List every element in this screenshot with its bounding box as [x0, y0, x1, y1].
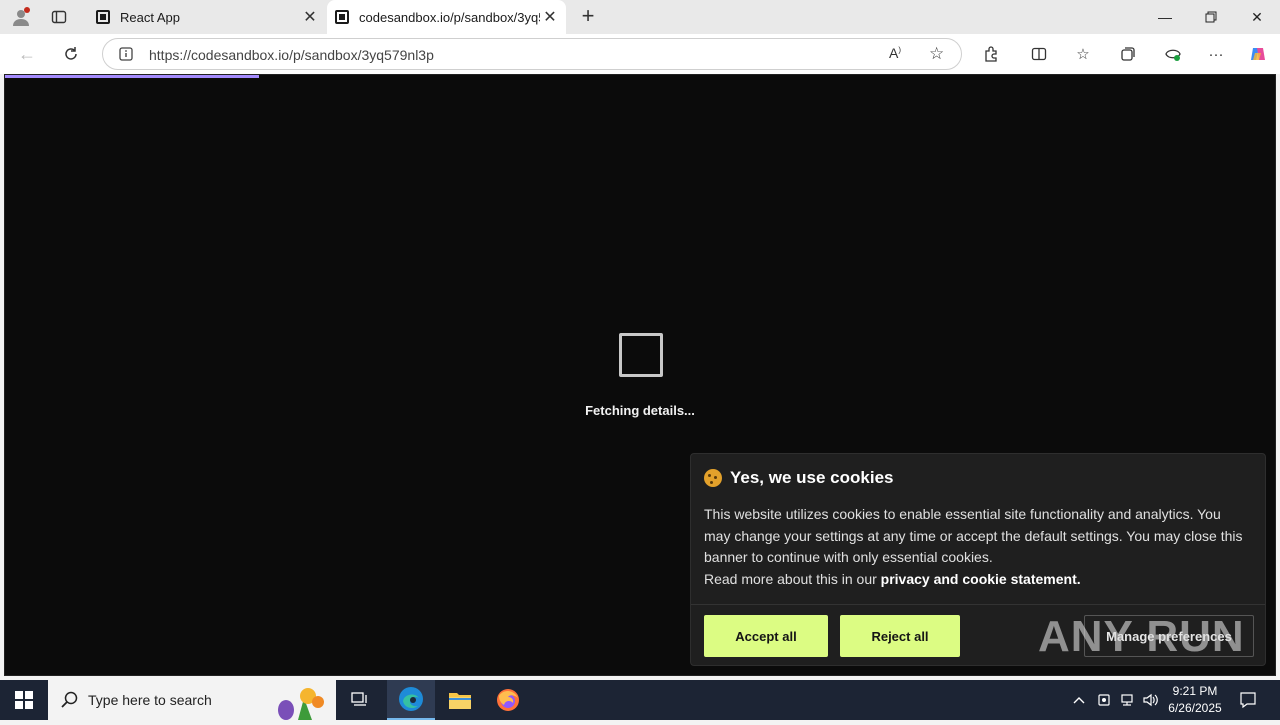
- tab-actions-icon[interactable]: [48, 6, 70, 28]
- notifications-icon[interactable]: [1236, 680, 1260, 720]
- taskbar-search[interactable]: Type here to search: [48, 680, 336, 720]
- new-tab-icon[interactable]: +: [576, 5, 600, 28]
- tab-favicon-icon: [335, 10, 349, 24]
- cookie-icon: [704, 469, 722, 487]
- cookie-body-text: This website utilizes cookies to enable …: [704, 506, 1243, 565]
- watermark: ANY RUN: [1038, 612, 1245, 661]
- minimize-icon[interactable]: —: [1142, 0, 1188, 34]
- loading-progress-bar: [5, 75, 259, 78]
- cookie-banner-body: This website utilizes cookies to enable …: [704, 504, 1244, 590]
- start-button[interactable]: [0, 680, 48, 720]
- refresh-icon[interactable]: [58, 42, 84, 66]
- url-text: https://codesandbox.io/p/sandbox/3yq579n…: [149, 47, 434, 63]
- read-aloud-icon[interactable]: A): [889, 45, 901, 61]
- show-hidden-icons-icon[interactable]: [1068, 680, 1090, 720]
- volume-icon[interactable]: [1140, 680, 1162, 720]
- browser-toolbar: ← https://codesandbox.io/p/sandbox/3yq57…: [0, 34, 1280, 74]
- network-icon[interactable]: [1116, 680, 1138, 720]
- collections-icon[interactable]: [1117, 43, 1139, 65]
- favorite-star-icon[interactable]: ☆: [929, 44, 944, 64]
- cookie-banner-title: Yes, we use cookies: [704, 468, 893, 488]
- task-view-icon[interactable]: [336, 680, 384, 720]
- restore-icon[interactable]: [1188, 0, 1234, 34]
- loading-text: Fetching details...: [585, 403, 695, 418]
- meet-now-icon[interactable]: [1093, 680, 1115, 720]
- close-tab-icon[interactable]: ✕: [540, 7, 560, 27]
- close-tab-icon[interactable]: ✕: [300, 7, 320, 27]
- reject-all-button[interactable]: Reject all: [840, 615, 960, 657]
- search-icon: [61, 691, 78, 713]
- more-options-icon[interactable]: ···: [1205, 43, 1227, 65]
- taskbar: Type here to search 9:21 PM 6/26/2025: [0, 680, 1280, 720]
- cookie-title-text: Yes, we use cookies: [730, 468, 894, 487]
- search-placeholder: Type here to search: [88, 692, 212, 708]
- split-screen-icon[interactable]: [1028, 43, 1050, 65]
- favorites-icon[interactable]: ☆: [1072, 43, 1094, 65]
- profile-icon[interactable]: [10, 6, 32, 28]
- site-info-icon[interactable]: [119, 47, 133, 66]
- back-icon[interactable]: ←: [14, 42, 40, 66]
- copilot-icon[interactable]: [1247, 43, 1269, 65]
- search-highlight-icon: [268, 682, 332, 725]
- close-window-icon[interactable]: ✕: [1234, 0, 1280, 34]
- accept-all-button[interactable]: Accept all: [704, 615, 828, 657]
- file-explorer-icon[interactable]: [436, 680, 484, 720]
- firefox-icon[interactable]: [484, 680, 532, 720]
- tab-react-app[interactable]: React App ✕: [88, 0, 326, 34]
- clock-date: 6/26/2025: [1168, 701, 1222, 715]
- browser-essentials-icon[interactable]: [1162, 43, 1184, 65]
- extensions-icon[interactable]: [980, 43, 1002, 65]
- address-bar[interactable]: https://codesandbox.io/p/sandbox/3yq579n…: [102, 38, 962, 70]
- loading-spinner: [619, 333, 663, 377]
- edge-taskbar-icon[interactable]: [387, 680, 435, 720]
- clock-time: 9:21 PM: [1172, 684, 1218, 698]
- tab-title: codesandbox.io/p/sandbox/3yq5: [359, 9, 540, 25]
- read-more-text: Read more about this in our: [704, 570, 881, 587]
- system-clock[interactable]: 9:21 PM 6/26/2025: [1160, 683, 1230, 717]
- privacy-statement-link[interactable]: privacy and cookie statement.: [881, 571, 1081, 587]
- tab-codesandbox[interactable]: codesandbox.io/p/sandbox/3yq5 ✕: [327, 0, 566, 34]
- browser-titlebar: React App ✕ codesandbox.io/p/sandbox/3yq…: [0, 0, 1280, 34]
- divider: [691, 604, 1265, 605]
- tab-title: React App: [120, 9, 180, 25]
- tab-favicon-icon: [96, 10, 110, 24]
